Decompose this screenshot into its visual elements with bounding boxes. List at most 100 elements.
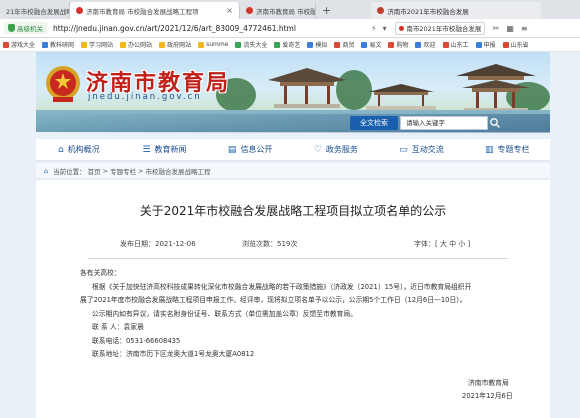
signature-date: 2021年12月6日	[462, 392, 513, 400]
browser-tab-active[interactable]: 济南市教育局 市校融合发展战略工程项 ×	[70, 2, 240, 19]
bookmark-folder-icon	[159, 41, 166, 48]
bookmark-item[interactable]: 商贸	[334, 40, 354, 49]
nav-item-special-topics[interactable]: ▥ 专题专栏	[464, 144, 550, 155]
site-favicon-icon	[76, 7, 83, 14]
heart-icon: ♡	[313, 144, 322, 155]
bookmark-folder-icon	[307, 41, 314, 48]
scissors-icon[interactable]: ✂	[493, 24, 500, 33]
article-body: 各有关高校： 根据《关于加快驻济高校科技成果转化深化市校融合发展战略的若干政策措…	[80, 267, 520, 362]
doc-icon: ▥	[484, 144, 494, 155]
bookmark-item[interactable]: 办公网站	[120, 40, 152, 49]
publish-date: 发布日期：2021-12-06	[120, 240, 196, 248]
full-text-search-button[interactable]: 全文检索	[350, 116, 398, 130]
browser-tools: ✂ ▦ ≡	[493, 24, 528, 33]
contact-phone: 联系电话：0531-66608435	[92, 336, 181, 345]
location-icon: ⌂	[44, 166, 49, 175]
nav-label: 政务服务	[325, 145, 358, 154]
nav-item-info-public[interactable]: ▤ 信息公开	[207, 144, 293, 155]
tab-label: 济南市教育局 市校融合发展战	[256, 7, 316, 16]
breadcrumb-prefix: 当前位置：	[53, 167, 86, 176]
site-favicon-icon	[246, 7, 253, 14]
url-input[interactable]: http://jnedu.jinan.gov.cn/art/2021/12/6/…	[53, 24, 353, 33]
article-meta: 发布日期：2021-12-06 浏览次数：519次 字体：[ 大 中 小 ]	[36, 239, 550, 251]
nav-label: 教育新闻	[154, 145, 187, 154]
bridge-illustration	[366, 84, 436, 110]
tab-label: 济南市教育局 市校融合发展战略工程项	[86, 7, 199, 16]
paragraph-line: 公示期内如有异议，请实名附身份证号、联系方式（单位需加盖公章）反馈至市教育局。	[92, 309, 358, 318]
nav-label: 专题专栏	[497, 145, 530, 154]
bookmark-item[interactable]: 山东省	[502, 40, 529, 49]
bookmark-item[interactable]: 游戏大全	[3, 40, 35, 49]
bookmark-item[interactable]: 欢迎	[415, 40, 436, 49]
font-size-switcher[interactable]: 字体：[ 大 中 小 ]	[414, 239, 470, 249]
bookmark-item[interactable]: 购物	[388, 40, 408, 49]
menu-icon[interactable]: ≡	[521, 24, 528, 33]
nav-item-news[interactable]: ☰ 教育新闻	[122, 144, 208, 155]
breadcrumb-separator: >	[102, 166, 109, 175]
bookmark-label: 教科研网	[50, 42, 75, 49]
browser-tab[interactable]: 21年市校融合发展战略	[0, 2, 70, 19]
bookmark-label: 游戏大全	[11, 42, 36, 49]
nav-label: 信息公开	[240, 145, 273, 154]
site-favicon-icon	[377, 7, 385, 14]
search-mini-text: 南市2021年市校融合发展	[406, 25, 482, 33]
paragraph-line: 根据《关于加快驻济高校科技成果转化深化市校融合发展战略的若干政策措施》（济政发〔…	[92, 282, 472, 291]
bookmark-folder-icon	[235, 41, 242, 48]
breadcrumb-link-topics[interactable]: 专题专栏	[110, 166, 136, 176]
bookmark-label: 流失大全	[243, 42, 268, 49]
shield-icon	[8, 24, 15, 32]
browser-window: { "browser": { "tabs": [ {"label": "21年市…	[0, 0, 580, 418]
bookmark-item[interactable]: 申报	[475, 40, 496, 49]
nav-item-interaction[interactable]: ▭ 互动交流	[379, 144, 465, 155]
bookmark-item[interactable]: 流失大全	[235, 40, 267, 49]
breadcrumb-link-home[interactable]: 首页	[88, 166, 101, 176]
bookmark-item[interactable]: 易文	[361, 40, 381, 49]
bookmark-label: 山东工	[450, 42, 469, 49]
bookmarks-bar: 游戏大全 教科研网 学习网站 办公网站 政府网站 summe 流失大全 爱奇艺 模拟 商贸 易文 购物…	[0, 38, 580, 52]
bookmark-label: 政府网站	[167, 42, 192, 49]
browser-tab[interactable]: 济南市教育局 市校融合发展战 ×	[240, 2, 316, 19]
bookmark-item[interactable]: summe	[198, 41, 228, 48]
grid-icon[interactable]: ▦	[506, 24, 514, 33]
bookmark-item[interactable]: 教科研网	[42, 40, 74, 49]
address-bar: 高级机关 http://jnedu.jinan.gov.cn/art/2021/…	[0, 19, 580, 38]
address-actions: ⚡ ▾	[371, 24, 387, 33]
close-tab-icon[interactable]: ×	[226, 6, 233, 15]
bookmark-folder-icon	[334, 41, 341, 48]
pagoda-illustration	[456, 64, 536, 112]
breadcrumb: ⌂ 当前位置： 首页 > 专题专栏 > 市校融合发展战略工程	[36, 163, 550, 179]
bookmark-item[interactable]: 爱奇艺	[274, 40, 300, 49]
nav-item-institution[interactable]: ⌂ 机构概况	[36, 144, 122, 155]
secure-badge[interactable]: 高级机关	[4, 22, 47, 34]
bookmark-label: 山东省	[510, 42, 529, 49]
bookmark-label: summe	[206, 41, 229, 48]
nav-item-services[interactable]: ♡ 政务服务	[293, 144, 379, 155]
search-icon[interactable]	[489, 116, 501, 130]
nav-label: 机构概况	[67, 145, 100, 154]
keyword-search-input[interactable]: 请输入关键字	[400, 116, 488, 130]
bookmark-item[interactable]: 学习网站	[81, 40, 113, 49]
paragraph-line: 展了2021年度市校融合发展战略工程项目申报工作。经评审，现将拟立项名单予以公示…	[80, 296, 467, 304]
browser-search-input[interactable]: ● 南市2021年市校融合发展	[394, 21, 485, 35]
browser-tab[interactable]: 济南市2021年市校融合发展	[371, 2, 542, 19]
bookmark-folder-icon	[81, 41, 88, 48]
bookmark-label: 易文	[369, 42, 382, 49]
contact-address: 联系地址：济南市历下区龙奥大道1号龙奥大厦A0812	[92, 350, 255, 358]
breadcrumb-link-current[interactable]: 市校融合发展战略工程	[146, 166, 211, 176]
signature-org: 济南市教育局	[468, 379, 509, 387]
bookmark-folder-icon	[120, 41, 127, 48]
main-nav: ⌂ 机构概况 ☰ 教育新闻 ▤ 信息公开 ♡ 政务服务 ▭ 互动交流 ▥ 专题专…	[36, 139, 550, 161]
bookmark-folder-icon	[198, 41, 205, 48]
pavilion-illustration	[268, 68, 346, 108]
new-tab-icon[interactable]: +	[322, 2, 331, 19]
news-icon: ☰	[142, 144, 151, 155]
bookmark-label: 购物	[396, 42, 409, 49]
dropdown-icon[interactable]: ▾	[383, 24, 387, 33]
bookmark-label: 爱奇艺	[282, 42, 301, 49]
bookmark-item[interactable]: 模拟	[307, 40, 327, 49]
bookmark-item[interactable]: 山东工	[442, 40, 469, 49]
bookmark-item[interactable]: 政府网站	[159, 40, 191, 49]
bookmark-folder-icon	[388, 41, 395, 48]
lightning-icon[interactable]: ⚡	[371, 24, 377, 33]
bookmark-folder-icon	[3, 41, 9, 48]
